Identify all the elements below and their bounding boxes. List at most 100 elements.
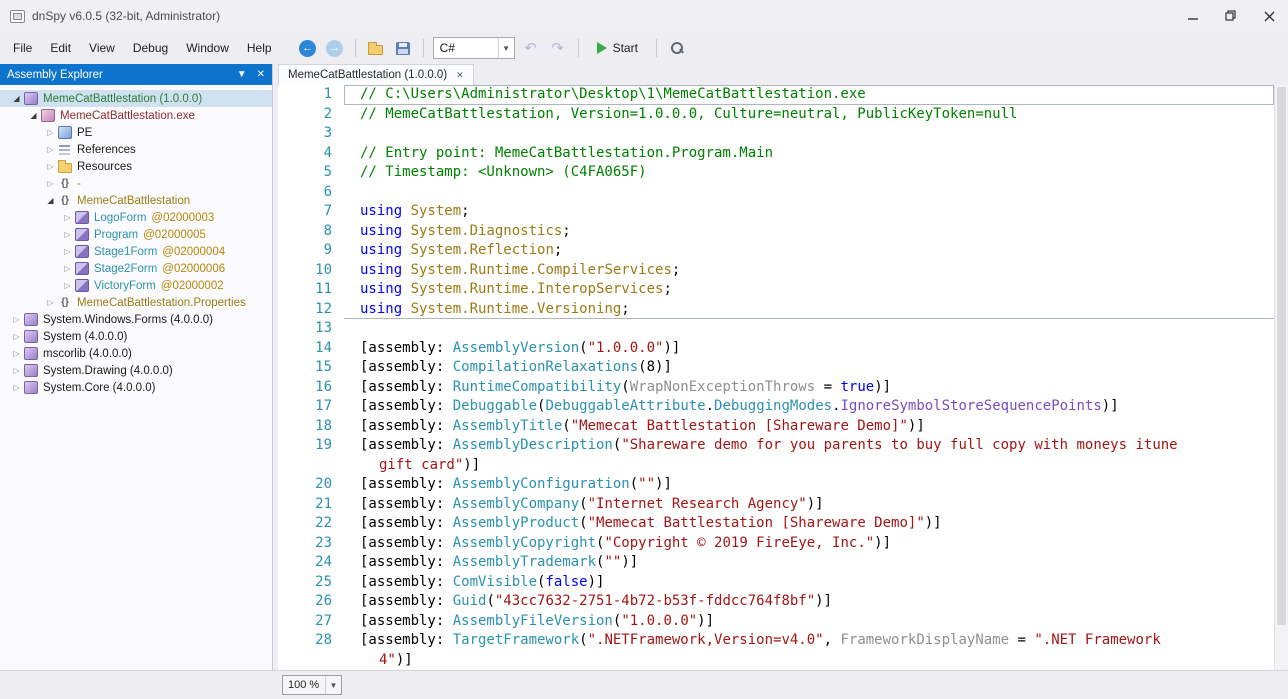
expand-arrow-icon[interactable]: ▷: [61, 230, 74, 239]
redo-button[interactable]: ↷: [547, 37, 569, 59]
line-number[interactable]: 10: [278, 261, 344, 281]
restore-button[interactable]: [1212, 0, 1250, 32]
code-line[interactable]: // Timestamp: <Unknown> (C4FA065F): [344, 163, 1274, 183]
tree-node[interactable]: ▷Stage2Form@02000006: [0, 260, 272, 277]
expand-arrow-icon[interactable]: ▷: [44, 298, 57, 307]
line-number[interactable]: 13: [278, 319, 344, 339]
line-number[interactable]: 25: [278, 573, 344, 593]
tree-node[interactable]: ◢{}MemeCatBattlestation: [0, 192, 272, 209]
code-line[interactable]: // C:\Users\Administrator\Desktop\1\Meme…: [344, 85, 1274, 105]
code-line[interactable]: [assembly: AssemblyConfiguration("")]: [344, 475, 1274, 495]
code-line[interactable]: [344, 183, 1274, 203]
expand-arrow-icon[interactable]: ▷: [44, 128, 57, 137]
tree-node[interactable]: ▷System.Core (4.0.0.0): [0, 379, 272, 396]
code-line[interactable]: gift card")]: [344, 456, 1274, 476]
expand-arrow-icon[interactable]: ▷: [10, 366, 23, 375]
vertical-scrollbar[interactable]: [1274, 85, 1288, 670]
line-number[interactable]: 23: [278, 534, 344, 554]
tree-node[interactable]: ◢MemeCatBattlestation.exe: [0, 107, 272, 124]
line-number[interactable]: [278, 456, 344, 476]
tree-node[interactable]: ▷mscorlib (4.0.0.0): [0, 345, 272, 362]
collapse-arrow-icon[interactable]: ◢: [27, 111, 40, 120]
code-line[interactable]: [assembly: AssemblyCopyright("Copyright …: [344, 534, 1274, 554]
navigate-forward-button[interactable]: →: [324, 37, 346, 59]
tree-node[interactable]: ▷System.Windows.Forms (4.0.0.0): [0, 311, 272, 328]
code-line[interactable]: [assembly: AssemblyTitle("Memecat Battle…: [344, 417, 1274, 437]
tree-node[interactable]: ▷PE: [0, 124, 272, 141]
tree-node[interactable]: ◢MemeCatBattlestation (1.0.0.0): [0, 90, 272, 107]
zoom-selector[interactable]: 100 % ▼: [282, 675, 342, 695]
expand-arrow-icon[interactable]: ▷: [10, 383, 23, 392]
code-line[interactable]: // Entry point: MemeCatBattlestation.Pro…: [344, 144, 1274, 164]
code-line[interactable]: [assembly: AssemblyProduct("Memecat Batt…: [344, 514, 1274, 534]
undo-button[interactable]: ↶: [520, 37, 542, 59]
menu-help[interactable]: Help: [238, 36, 281, 60]
line-number[interactable]: 7: [278, 202, 344, 222]
code-line[interactable]: [assembly: AssemblyFileVersion("1.0.0.0"…: [344, 612, 1274, 632]
line-number[interactable]: 1: [278, 85, 344, 105]
tab-memecatbattlestation[interactable]: MemeCatBattlestation (1.0.0.0) ✕: [278, 64, 474, 85]
line-number[interactable]: 8: [278, 222, 344, 242]
line-number[interactable]: 11: [278, 280, 344, 300]
line-number[interactable]: 2: [278, 105, 344, 125]
minimize-button[interactable]: [1174, 0, 1212, 32]
scrollbar-thumb[interactable]: [1277, 87, 1286, 625]
code-line[interactable]: // MemeCatBattlestation, Version=1.0.0.0…: [344, 105, 1274, 125]
code-line[interactable]: [assembly: AssemblyVersion("1.0.0.0")]: [344, 339, 1274, 359]
menu-edit[interactable]: Edit: [41, 36, 80, 60]
expand-arrow-icon[interactable]: ▷: [44, 145, 57, 154]
navigate-back-button[interactable]: ←: [297, 37, 319, 59]
menu-file[interactable]: File: [4, 36, 41, 60]
expand-arrow-icon[interactable]: ▷: [10, 349, 23, 358]
line-number[interactable]: 24: [278, 553, 344, 573]
tree-node[interactable]: ▷References: [0, 141, 272, 158]
code-line[interactable]: [assembly: AssemblyTrademark("")]: [344, 553, 1274, 573]
tree-node[interactable]: ▷Stage1Form@02000004: [0, 243, 272, 260]
expand-arrow-icon[interactable]: ▷: [44, 179, 57, 188]
line-number[interactable]: 27: [278, 612, 344, 632]
tree-node[interactable]: ▷System.Drawing (4.0.0.0): [0, 362, 272, 379]
code-line[interactable]: [assembly: TargetFramework(".NETFramewor…: [344, 631, 1274, 651]
code-line[interactable]: [assembly: AssemblyCompany("Internet Res…: [344, 495, 1274, 515]
code-line[interactable]: [assembly: CompilationRelaxations(8)]: [344, 358, 1274, 378]
tree-node[interactable]: ▷{}MemeCatBattlestation.Properties: [0, 294, 272, 311]
open-assembly-button[interactable]: [365, 37, 387, 59]
tree-node[interactable]: ▷System (4.0.0.0): [0, 328, 272, 345]
tree-node[interactable]: ▷Program@02000005: [0, 226, 272, 243]
expand-arrow-icon[interactable]: ▷: [61, 213, 74, 222]
line-number[interactable]: 28: [278, 631, 344, 651]
expand-arrow-icon[interactable]: ▷: [61, 281, 74, 290]
line-number[interactable]: 14: [278, 339, 344, 359]
line-number[interactable]: 12: [278, 300, 344, 320]
menu-debug[interactable]: Debug: [124, 36, 177, 60]
expand-arrow-icon[interactable]: ▷: [10, 315, 23, 324]
line-number[interactable]: 3: [278, 124, 344, 144]
tree-node[interactable]: ▷LogoForm@02000003: [0, 209, 272, 226]
expand-arrow-icon[interactable]: ▷: [61, 247, 74, 256]
line-number[interactable]: 9: [278, 241, 344, 261]
code-line[interactable]: 4")]: [344, 651, 1274, 671]
code-editor[interactable]: 1// C:\Users\Administrator\Desktop\1\Mem…: [278, 85, 1288, 670]
code-line[interactable]: [assembly: Guid("43cc7632-2751-4b72-b53f…: [344, 592, 1274, 612]
start-debug-button[interactable]: Start: [588, 39, 647, 57]
line-number[interactable]: 20: [278, 475, 344, 495]
language-selector[interactable]: C# ▼: [433, 37, 515, 59]
tab-close-icon[interactable]: ✕: [456, 70, 464, 81]
line-number[interactable]: 26: [278, 592, 344, 612]
collapse-arrow-icon[interactable]: ◢: [10, 94, 23, 103]
code-line[interactable]: using System.Runtime.Versioning;: [344, 300, 1274, 320]
line-number[interactable]: 6: [278, 183, 344, 203]
code-line[interactable]: using System;: [344, 202, 1274, 222]
line-number[interactable]: [278, 651, 344, 671]
code-line[interactable]: using System.Runtime.InteropServices;: [344, 280, 1274, 300]
line-number[interactable]: 22: [278, 514, 344, 534]
search-assemblies-button[interactable]: [666, 37, 688, 59]
close-button[interactable]: [1250, 0, 1288, 32]
code-line[interactable]: [344, 319, 1274, 339]
tree-node[interactable]: ▷VictoryForm@02000002: [0, 277, 272, 294]
collapse-arrow-icon[interactable]: ◢: [44, 196, 57, 205]
line-number[interactable]: 4: [278, 144, 344, 164]
code-line[interactable]: [assembly: AssemblyDescription("Sharewar…: [344, 436, 1274, 456]
menu-window[interactable]: Window: [177, 36, 238, 60]
code-line[interactable]: [assembly: RuntimeCompatibility(WrapNonE…: [344, 378, 1274, 398]
